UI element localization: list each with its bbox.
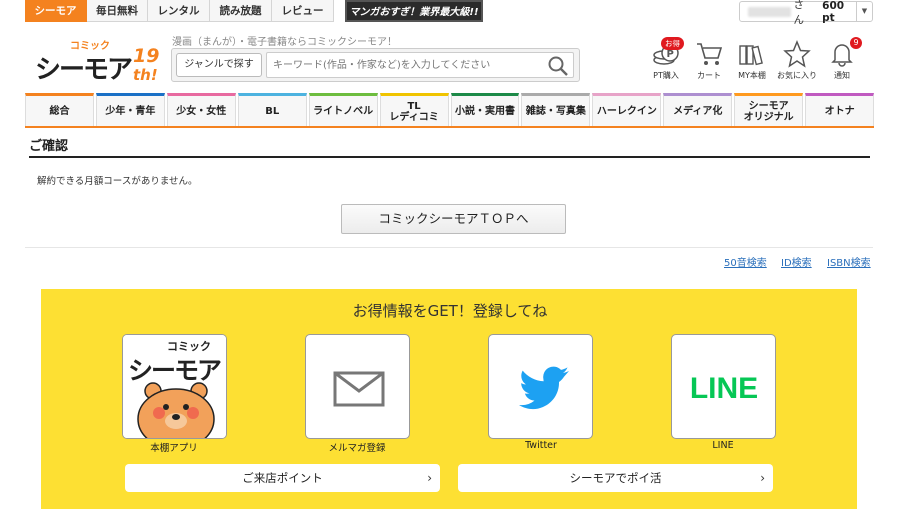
pt-purchase-label: PT購入 <box>653 71 679 80</box>
category-tab[interactable]: 総合 <box>25 93 94 127</box>
cmoa-app-icon: コミック シーモア <box>123 335 226 438</box>
category-tab[interactable]: 雑誌・写真集 <box>521 93 591 127</box>
category-tab[interactable]: 少年・青年 <box>95 93 165 127</box>
otoku-badge: お得 <box>661 37 684 50</box>
cmoa-app-label: 本棚アプリ <box>150 443 198 454</box>
user-dropdown-button[interactable]: ▼ <box>855 2 872 21</box>
twitter-tile[interactable] <box>488 334 593 439</box>
genre-search-button[interactable]: ジャンルで探す <box>176 53 262 77</box>
line-logo-icon: LINE <box>690 372 758 405</box>
user-name-suffix: さん <box>793 0 805 26</box>
category-tab[interactable]: 少女・女性 <box>166 93 236 127</box>
category-tab[interactable]: ハーレクイン <box>592 93 662 127</box>
top-nav-item-review[interactable]: レビュー <box>272 0 334 22</box>
top-nav-item-daily-free[interactable]: 毎日無料 <box>87 0 148 22</box>
isbn-search-link[interactable]: ISBN検索 <box>827 254 871 269</box>
category-tab[interactable]: TL レディコミ <box>379 93 449 127</box>
line-tile[interactable]: LINE <box>671 334 776 439</box>
svg-text:P: P <box>667 49 674 60</box>
confirm-message: 解約できる月額コースがありません。 <box>37 176 198 187</box>
top-nav-item-rental[interactable]: レンタル <box>148 0 210 22</box>
twitter-label: Twitter <box>525 440 557 451</box>
visit-point-label: ご来店ポイント <box>242 471 323 485</box>
user-points: 600 pt <box>822 0 845 24</box>
notification-count-badge: 9 <box>850 37 862 49</box>
category-tab[interactable]: 小説・実用書 <box>450 93 520 127</box>
category-underline <box>25 126 874 128</box>
user-name-blurred <box>748 6 791 17</box>
my-bookshelf-button[interactable]: MY本棚 <box>731 40 773 81</box>
title-divider <box>29 156 870 158</box>
mail-magazine-label: メルマガ登録 <box>328 443 386 454</box>
cart-label: カート <box>697 71 721 80</box>
search-icon[interactable] <box>547 55 569 77</box>
register-title: お得情報をGET！登録してね <box>352 302 548 320</box>
category-tab[interactable]: オトナ <box>805 93 875 127</box>
mail-magazine-tile[interactable] <box>305 334 410 439</box>
promo-banner[interactable]: マンガおすぎ！業界最大級!! <box>345 0 483 22</box>
mail-icon <box>333 371 385 407</box>
chevron-right-icon: › <box>427 471 432 485</box>
cart-button[interactable]: カート <box>688 40 730 81</box>
chevron-right-icon: › <box>760 471 765 485</box>
divider <box>25 247 873 248</box>
bookshelf-icon <box>739 45 763 66</box>
top-nav-item-unlimited[interactable]: 読み放題 <box>210 0 272 22</box>
cart-icon <box>697 43 723 65</box>
app-logo-small: コミック <box>167 340 211 353</box>
category-nav: 総合 少年・青年 少女・女性 BL ライトノベル TL レディコミ 小説・実用書 雑誌・写真集… <box>25 93 875 127</box>
line-logo-text: LINE <box>690 372 758 405</box>
category-tab[interactable]: ライトノベル <box>308 93 378 127</box>
cmoa-top-button[interactable]: コミックシーモアＴＯＰへ <box>341 204 566 234</box>
top-nav: シーモア 毎日無料 レンタル 読み放題 レビュー <box>25 0 334 22</box>
user-points-box[interactable]: さん 600 pt ▼ <box>739 0 873 26</box>
twitter-bird-icon <box>519 366 569 410</box>
app-logo-main: シーモア <box>128 356 221 385</box>
visit-point-button[interactable]: ご来店ポイント › <box>125 464 440 492</box>
category-tab[interactable]: シーモア オリジナル <box>734 93 804 127</box>
page-title: ご確認 <box>29 139 69 154</box>
line-label: LINE <box>712 440 734 451</box>
id-search-link[interactable]: ID検索 <box>781 254 812 269</box>
notification-label: 通知 <box>834 71 850 80</box>
cmoa-logo[interactable]: コミック シーモア 19 th! <box>33 38 163 85</box>
star-icon <box>783 40 811 68</box>
search-input[interactable] <box>266 52 574 78</box>
favorites-label: お気に入り <box>777 71 817 80</box>
svg-text:19: 19 <box>133 45 159 67</box>
category-tab[interactable]: メディア化 <box>663 93 733 127</box>
my-bookshelf-label: MY本棚 <box>738 71 766 80</box>
poikatsu-button[interactable]: シーモアでポイ活 › <box>458 464 773 492</box>
svg-text:th!: th! <box>133 66 158 84</box>
favorites-button[interactable]: お気に入り <box>776 40 818 81</box>
top-nav-item-cmoa[interactable]: シーモア <box>25 0 87 22</box>
poikatsu-label: シーモアでポイ活 <box>569 471 662 485</box>
logo-small-text: コミック <box>70 40 110 52</box>
tagline: 漫画（まんが）・電子書籍ならコミックシーモア！ <box>172 37 397 48</box>
logo-main-text: シーモア <box>35 55 132 84</box>
category-tab[interactable]: BL <box>237 93 307 127</box>
kana-search-link[interactable]: 50音検索 <box>724 254 767 269</box>
cmoa-app-tile[interactable]: コミック シーモア <box>122 334 227 439</box>
